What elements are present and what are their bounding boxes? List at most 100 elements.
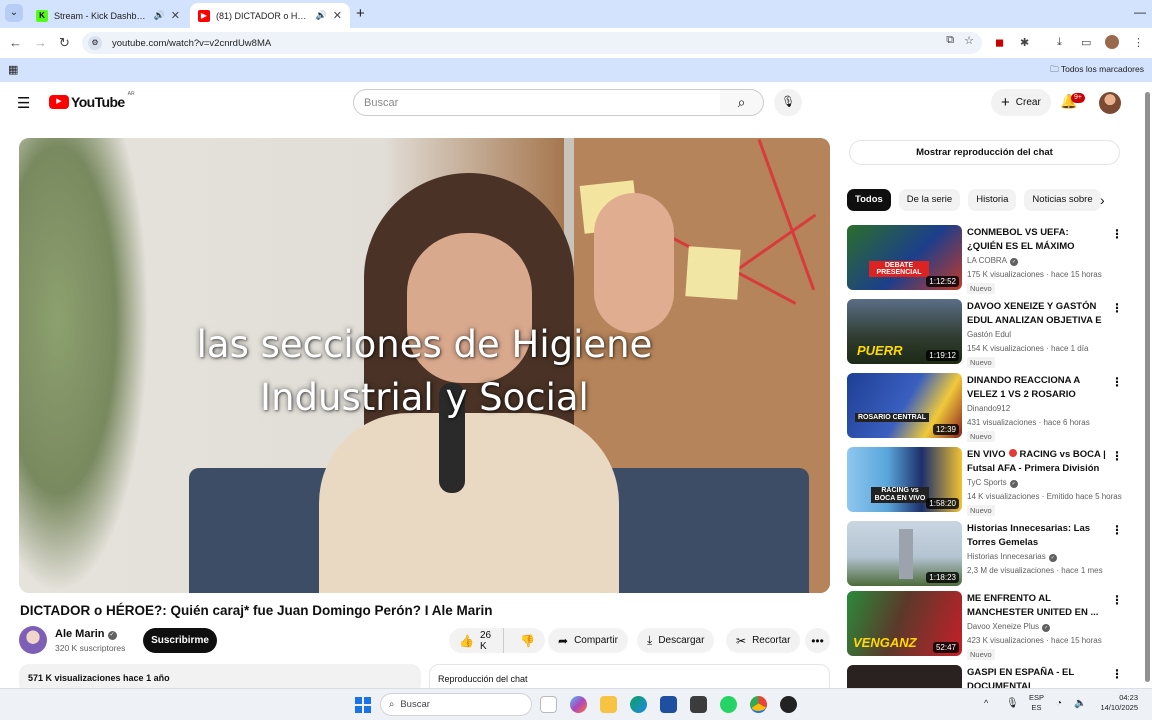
more-vertical-icon[interactable]: ⋮ (1111, 227, 1123, 241)
page-scrollbar[interactable] (1142, 82, 1152, 688)
more-actions-button[interactable]: ••• (805, 628, 830, 653)
more-vertical-icon[interactable]: ⋮ (1111, 593, 1123, 607)
download-label: Descargar (658, 635, 705, 646)
video-title: DAVOO XENEIZE Y GASTÓN EDUL ANALIZAN OBJ… (967, 301, 1102, 326)
search-button[interactable]: ⌕ (720, 89, 764, 116)
volume-icon[interactable]: 🔈 (1074, 698, 1086, 709)
input-language[interactable]: ESP ES (1029, 693, 1044, 713)
bookmark-star-icon[interactable]: ☆ (964, 34, 974, 47)
task-view-icon[interactable] (540, 696, 557, 713)
minimize-icon[interactable]: — (1134, 5, 1146, 19)
extensions-puzzle-icon[interactable]: ✱ (1020, 36, 1029, 49)
audio-icon[interactable]: 🔊 (316, 10, 327, 21)
tab-search-icon[interactable]: ⌄ (5, 4, 23, 22)
pdf-extension-icon[interactable]: ◼ (995, 36, 1004, 49)
show-chat-replay-button[interactable]: Mostrar reproducción del chat (849, 140, 1120, 165)
raised-hand (594, 193, 674, 333)
recommended-video[interactable]: VENGANZ 52:47 ME ENFRENTO AL MANCHESTER … (847, 591, 1127, 660)
chip-de-la-serie[interactable]: De la serie (898, 189, 961, 211)
profile-avatar[interactable] (1105, 35, 1119, 49)
search-input[interactable]: Buscar (353, 89, 721, 116)
more-vertical-icon[interactable]: ⋮ (1111, 375, 1123, 389)
youtube-logo[interactable]: ▶ YouTube AR (49, 91, 135, 110)
video-thumbnail[interactable]: DEBATE PRESENCIAL 1:12:52 (847, 225, 962, 290)
whatsapp-icon[interactable] (720, 696, 737, 713)
chip-todos[interactable]: Todos (847, 189, 891, 211)
channel-avatar[interactable] (19, 626, 47, 654)
copilot-icon[interactable] (570, 696, 587, 713)
voice-search-button[interactable]: 🎙 (774, 89, 802, 116)
browser-menu-icon[interactable]: ⋮ (1133, 36, 1144, 49)
store-icon[interactable] (660, 696, 677, 713)
channel-name-link[interactable]: Dinando912 (967, 404, 1010, 413)
channel-name-link[interactable]: Davoo Xeneize Plus ✓ (967, 622, 1051, 632)
recommended-video[interactable]: DEBATE PRESENCIAL 1:12:52 CONMEBOL VS UE… (847, 225, 1127, 294)
recommended-video[interactable]: PUERR 1:19:12 DAVOO XENEIZE Y GASTÓN EDU… (847, 299, 1127, 368)
show-hidden-icons-chevron[interactable]: ^ (984, 698, 988, 708)
tab-youtube-video[interactable]: ▶ (81) DICTADOR o HÉROE?: Quién caraj* f… (190, 3, 350, 28)
apps-grid-icon[interactable]: ▦ (8, 63, 18, 76)
chrome-icon[interactable] (750, 696, 767, 713)
recommended-video[interactable]: GASPI EN ESPAÑA - EL DOCUMENTAL ⋮ (847, 665, 1127, 688)
video-thumbnail[interactable] (847, 665, 962, 688)
video-thumbnail[interactable]: RACING vs BOCA EN VIVO 1:58:20 (847, 447, 962, 512)
taskbar-search-input[interactable]: ⌕ Buscar (380, 693, 532, 716)
chip-noticias[interactable]: Noticias sobre (1024, 189, 1101, 211)
edge-browser-icon[interactable] (630, 696, 647, 713)
more-vertical-icon[interactable]: ⋮ (1111, 523, 1123, 537)
more-vertical-icon[interactable]: ⋮ (1111, 301, 1123, 315)
recommended-video[interactable]: 1:18:23 Historias Innecesarias: Las Torr… (847, 521, 1127, 587)
video-thumbnail[interactable]: PUERR 1:19:12 (847, 299, 962, 364)
more-vertical-icon[interactable]: ⋮ (1111, 449, 1123, 463)
tab-kick-dashboard[interactable]: K Stream - Kick Dashboard 🔊 ✕ (28, 3, 188, 28)
dislike-button[interactable]: 👎 (510, 634, 545, 648)
new-tab-button[interactable]: + (356, 5, 365, 22)
address-bar[interactable]: ⚙ youtube.com/watch?v=v2cnrdUw8MA ⧉ ☆ (82, 32, 982, 54)
back-arrow-icon[interactable]: ← (9, 35, 22, 50)
verified-icon: ✓ (1010, 258, 1019, 266)
share-button[interactable]: ➦ Compartir (548, 628, 628, 653)
video-thumbnail[interactable]: VENGANZ 52:47 (847, 591, 962, 656)
clip-button[interactable]: ✂ Recortar (726, 628, 801, 653)
video-thumbnail[interactable]: 1:18:23 (847, 521, 962, 586)
microphone-icon[interactable]: 🎙 (1006, 698, 1019, 709)
audio-icon[interactable]: 🔊 (154, 10, 165, 21)
channel-name-link[interactable]: Historias Innecesarias ✓ (967, 552, 1057, 562)
video-player[interactable]: las secciones de Higiene Industrial y So… (19, 138, 830, 593)
video-thumbnail[interactable]: ROSARIO CENTRAL 12:39 (847, 373, 962, 438)
new-badge: Nuevo (967, 357, 995, 368)
tab-title: (81) DICTADOR o HÉROE?: Quién caraj* fue… (216, 10, 312, 21)
guide-menu-icon[interactable]: ☰ (17, 94, 30, 112)
close-tab-icon[interactable]: ✕ (333, 9, 342, 22)
reload-icon[interactable]: ↻ (59, 35, 70, 51)
new-badge: Nuevo (967, 505, 995, 516)
windows-start-icon[interactable] (355, 697, 371, 713)
app-icon[interactable] (690, 696, 707, 713)
channel-name-link[interactable]: Ale Marin ✓ (55, 628, 117, 640)
sidepanel-icon[interactable]: ▭ (1081, 36, 1091, 49)
chip-historia[interactable]: Historia (968, 189, 1017, 211)
download-button[interactable]: ⤓ Descargar (637, 628, 715, 653)
forward-arrow-icon[interactable]: → (34, 35, 47, 50)
subscribe-button[interactable]: Suscribirme (143, 628, 217, 653)
download-icon[interactable]: ⤓ (1057, 36, 1062, 49)
scrollbar-thumb[interactable] (1145, 92, 1150, 682)
app-icon[interactable] (780, 696, 797, 713)
channel-name-link[interactable]: LA COBRA ✓ (967, 256, 1019, 266)
close-tab-icon[interactable]: ✕ (171, 9, 180, 22)
more-vertical-icon[interactable]: ⋮ (1111, 667, 1123, 681)
recommended-video[interactable]: RACING vs BOCA EN VIVO 1:58:20 EN VIVO RA… (847, 447, 1127, 516)
all-bookmarks-folder[interactable]: 🗀 Todos los marcadores (1050, 64, 1144, 78)
chevron-right-icon[interactable]: › (1100, 192, 1105, 208)
create-button[interactable]: + Crear (991, 89, 1051, 116)
channel-name-link[interactable]: TyC Sports ✓ (967, 478, 1018, 488)
clock[interactable]: 04:23 14/10/2025 (1096, 693, 1138, 713)
recommended-video[interactable]: ROSARIO CENTRAL 12:39 DINANDO REACCIONA … (847, 373, 1127, 442)
like-button[interactable]: 👍 26 K (449, 628, 505, 653)
account-avatar[interactable] (1099, 92, 1121, 114)
file-explorer-icon[interactable] (600, 696, 617, 713)
wifi-icon[interactable]: ◔ (1056, 698, 1062, 709)
channel-name-link[interactable]: Gastón Edul (967, 330, 1011, 339)
install-app-icon[interactable]: ⧉ (946, 34, 954, 47)
site-info-icon[interactable]: ⚙ (88, 36, 102, 50)
